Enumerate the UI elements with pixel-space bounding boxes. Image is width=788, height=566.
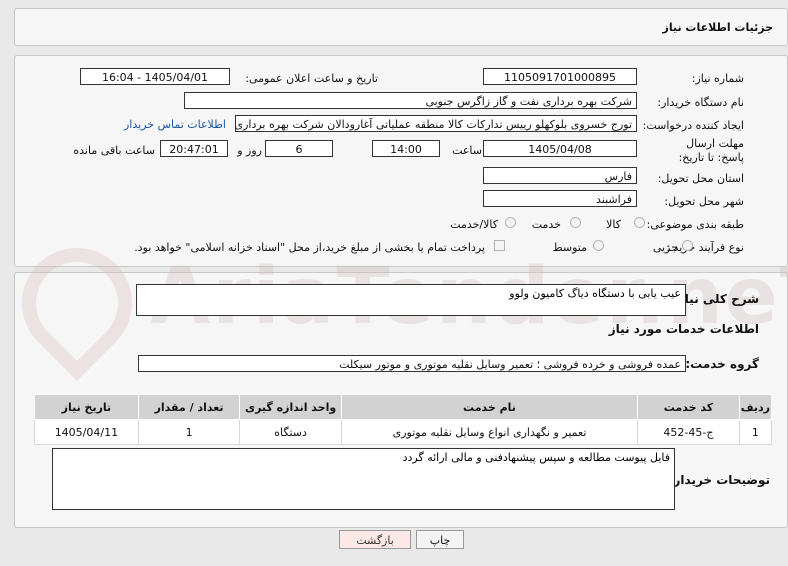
col-header-service-code: کد خدمت bbox=[637, 394, 740, 420]
remaining-label: ساعت باقی مانده bbox=[73, 144, 155, 157]
category-radio-service[interactable] bbox=[570, 217, 581, 228]
col-header-need-date: تاریخ نیاز bbox=[34, 394, 139, 420]
buyer-org-field: شرکت بهره برداری نفت و گاز زاگرس جنوبی bbox=[184, 92, 637, 109]
deadline-label: مهلت ارسال پاسخ: تا تاریخ: bbox=[678, 137, 744, 164]
city-label: شهر محل تحویل: bbox=[664, 195, 744, 208]
days-label: روز و bbox=[237, 144, 262, 157]
buyer-notes-textarea[interactable]: فایل پیوست مطالعه و سپس پیشنهادفنی و مال… bbox=[52, 448, 675, 510]
cell-service-code: ج-45-452 bbox=[637, 419, 740, 445]
need-info-panel bbox=[14, 55, 788, 267]
cell-row-number: 1 bbox=[738, 419, 773, 445]
need-desc-textarea[interactable]: عیب یابی با دستگاه دیاگ کامیون ولوو bbox=[136, 284, 686, 316]
deadline-time-label: ساعت bbox=[452, 144, 482, 157]
process-radio-minor[interactable] bbox=[682, 240, 693, 251]
days-field: 6 bbox=[265, 140, 333, 157]
table-header-row: ردیف کد خدمت نام خدمت واحد اندازه گیری ت… bbox=[34, 394, 773, 420]
service-group-field: عمده فروشی و خرده فروشی ؛ تعمیر وسایل نق… bbox=[138, 355, 686, 372]
services-table: ردیف کد خدمت نام خدمت واحد اندازه گیری ت… bbox=[34, 394, 773, 445]
deadline-time-field: 14:00 bbox=[372, 140, 440, 157]
need-number-field: 1105091701000895 bbox=[483, 68, 637, 85]
category-label: طبقه بندی موضوعی: bbox=[646, 218, 744, 231]
back-button[interactable]: بازگشت bbox=[339, 530, 411, 549]
page-title: جزئیات اطلاعات نیاز bbox=[662, 21, 774, 34]
remaining-time-field: 20:47:01 bbox=[160, 140, 228, 157]
treasury-payment-checkbox[interactable] bbox=[494, 240, 505, 251]
deadline-date-field: 1405/04/08 bbox=[483, 140, 637, 157]
col-header-quantity: تعداد / مقدار bbox=[137, 394, 241, 420]
province-field: فارس bbox=[483, 167, 637, 184]
buyer-contact-link[interactable]: اطلاعات تماس خریدار bbox=[124, 118, 226, 131]
buyer-notes-label: توضیحات خریدار: bbox=[668, 473, 770, 487]
process-radio-medium[interactable] bbox=[593, 240, 604, 251]
creator-label: ایجاد کننده درخواست: bbox=[642, 119, 744, 132]
category-option-goods-service: کالا/خدمت bbox=[450, 218, 498, 231]
creator-field: تورج خسروی بلوکهلو رییس تدارکات کالا منط… bbox=[235, 115, 637, 132]
announce-label: تاریخ و ساعت اعلان عمومی: bbox=[245, 72, 378, 85]
need-number-label: شماره نیاز: bbox=[691, 72, 744, 85]
header-bar: جزئیات اطلاعات نیاز bbox=[14, 8, 788, 46]
col-header-unit: واحد اندازه گیری bbox=[239, 394, 342, 420]
col-header-row-number: ردیف bbox=[738, 394, 773, 420]
cell-service-name: تعمیر و نگهداری انواع وسایل نقلیه موتوری bbox=[340, 419, 639, 445]
province-label: استان محل تحویل: bbox=[657, 172, 744, 185]
category-option-goods: کالا bbox=[606, 218, 621, 231]
cell-need-date: 1405/04/11 bbox=[34, 419, 139, 445]
category-radio-goods-service[interactable] bbox=[505, 217, 516, 228]
cell-unit: دستگاه bbox=[239, 419, 342, 445]
col-header-service-name: نام خدمت bbox=[340, 394, 639, 420]
service-group-label: گروه خدمت: bbox=[685, 357, 759, 371]
services-section-title: اطلاعات خدمات مورد نیاز bbox=[608, 322, 759, 336]
print-button[interactable]: چاپ bbox=[416, 530, 464, 549]
category-option-service: خدمت bbox=[531, 218, 561, 231]
cell-quantity: 1 bbox=[137, 419, 241, 445]
city-field: فراشبند bbox=[483, 190, 637, 207]
buyer-org-label: نام دستگاه خریدار: bbox=[657, 96, 744, 109]
announce-field: 1405/04/01 - 16:04 bbox=[80, 68, 230, 85]
table-row: 1 ج-45-452 تعمیر و نگهداری انواع وسایل ن… bbox=[34, 419, 773, 445]
category-radio-goods[interactable] bbox=[634, 217, 645, 228]
